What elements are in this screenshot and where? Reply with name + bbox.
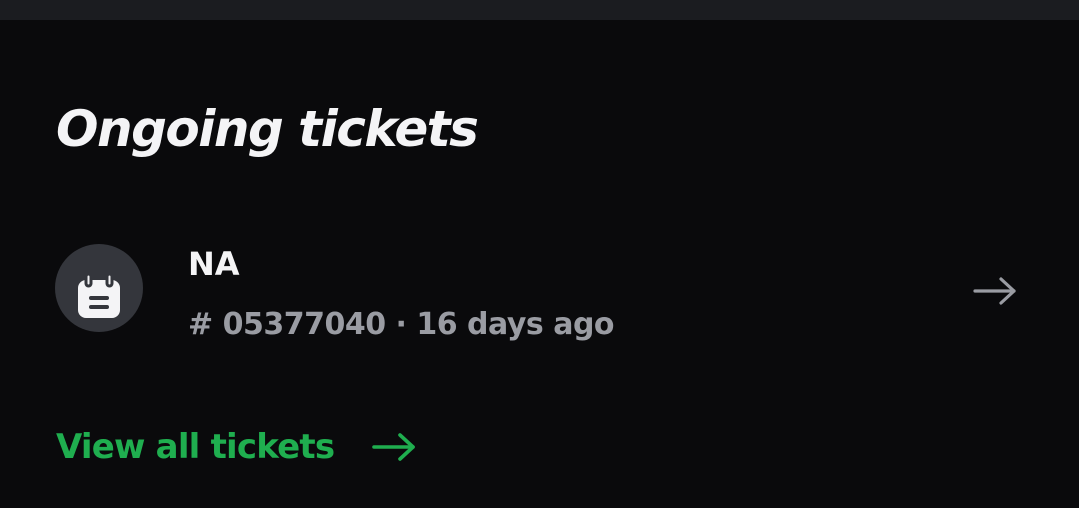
top-bar <box>0 0 1079 20</box>
section-title: Ongoing tickets <box>56 100 479 158</box>
ticket-row[interactable]: NA # 05377040 · 16 days ago <box>0 230 1079 350</box>
ticket-avatar <box>55 244 143 332</box>
ticket-title: NA <box>188 245 240 283</box>
arrow-right-icon <box>372 433 416 461</box>
arrow-right-icon[interactable] <box>972 276 1018 306</box>
view-all-label: View all tickets <box>56 427 335 467</box>
calendar-note-icon <box>78 274 120 318</box>
ticket-meta: # 05377040 · 16 days ago <box>188 307 615 342</box>
view-all-tickets-link[interactable]: View all tickets <box>56 424 417 474</box>
